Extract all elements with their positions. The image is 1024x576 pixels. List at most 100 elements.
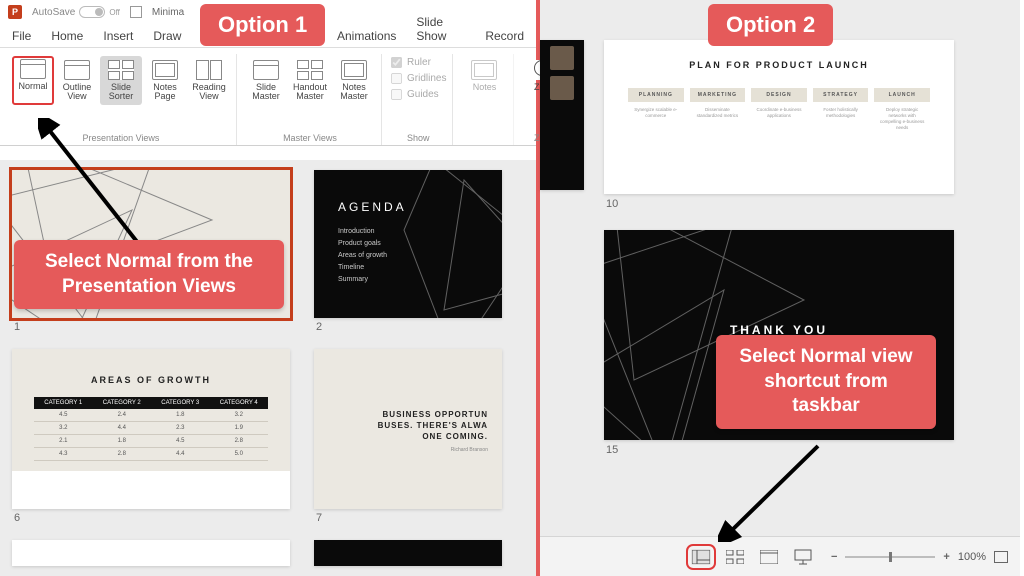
view-shortcuts: [691, 549, 813, 565]
geometric-lines-dark-icon: [314, 170, 502, 318]
slide-sorter-icon: [107, 59, 135, 81]
gridlines-checkbox[interactable]: Gridlines: [390, 72, 446, 85]
plan-head: LAUNCH: [874, 88, 930, 102]
slide-thumb-6[interactable]: AREAS OF GROWTH CATEGORY 1 CATEGORY 2 CA…: [12, 349, 290, 509]
handout-master-button[interactable]: Handout Master: [289, 56, 331, 105]
group-notes: Notes: [455, 54, 514, 145]
avatar-icon: [550, 76, 574, 100]
plan-head: PLANNING: [628, 88, 684, 102]
reading-view-shortcut[interactable]: [759, 549, 779, 565]
handout-master-label: Handout Master: [293, 83, 327, 102]
slide-sorter-label: Slide Sorter: [109, 83, 134, 102]
reading-view-icon: [195, 59, 223, 81]
plan-body: Deploy strategic networks with compellin…: [874, 102, 930, 135]
notes-page-icon: [151, 59, 179, 81]
plan-head: STRATEGY: [813, 88, 869, 102]
slide-master-label: Slide Master: [252, 83, 280, 102]
slide-number-1: 1: [14, 321, 288, 333]
powerpoint-app-icon: P: [8, 5, 22, 19]
normal-view-label: Normal: [18, 82, 47, 91]
ruler-checkbox[interactable]: Ruler: [390, 56, 446, 69]
notes-page-button[interactable]: Notes Page: [144, 56, 186, 105]
slide7-headline: BUSINESS OPPORTUN BUSES. THERE'S ALWA ON…: [362, 409, 488, 443]
tab-file[interactable]: File: [12, 29, 31, 47]
arrow-to-normal: [38, 118, 158, 248]
autosave-state: Off: [109, 8, 120, 17]
slide-sorter-button[interactable]: Slide Sorter: [100, 56, 142, 105]
toggle-track-icon: [79, 6, 105, 18]
handout-master-icon: [296, 59, 324, 81]
th: CATEGORY 3: [151, 397, 210, 409]
notes-button[interactable]: Notes: [461, 56, 507, 95]
outline-view-icon: [63, 59, 91, 81]
reading-view-label: Reading View: [192, 83, 226, 102]
th: CATEGORY 2: [93, 397, 152, 409]
table-row: 4.52.41.83.2: [34, 409, 268, 422]
autosave-toggle[interactable]: AutoSave Off: [32, 6, 120, 18]
option-1-pane: Option 1 P AutoSave Off Minima File Home…: [0, 0, 540, 576]
plan-head: MARKETING: [690, 88, 746, 102]
zoom-slider[interactable]: [845, 556, 935, 558]
slide-master-button[interactable]: Slide Master: [245, 56, 287, 105]
slide-thumb-7[interactable]: BUSINESS OPPORTUN BUSES. THERE'S ALWA ON…: [314, 349, 502, 509]
normal-view-button[interactable]: Normal: [12, 56, 54, 105]
slide-thumb-partial-right[interactable]: [314, 540, 502, 566]
group-show: Ruler Gridlines Guides Show: [384, 54, 453, 145]
document-name: Minima: [152, 7, 184, 18]
zoom-out-button[interactable]: −: [831, 551, 837, 563]
plan-head: DESIGN: [751, 88, 807, 102]
option-2-badge: Option 2: [708, 4, 833, 46]
notes-master-button[interactable]: Notes Master: [333, 56, 375, 105]
normal-view-shortcut[interactable]: [691, 549, 711, 565]
table-header-row: CATEGORY 1 CATEGORY 2 CATEGORY 3 CATEGOR…: [34, 397, 268, 409]
guides-label: Guides: [407, 89, 439, 100]
slide-sorter-shortcut-icon: [726, 550, 744, 564]
zoom-percent: 100%: [958, 551, 986, 563]
tab-home[interactable]: Home: [51, 29, 83, 47]
group-master-views-label: Master Views: [245, 133, 375, 143]
tab-record[interactable]: Record: [485, 29, 524, 47]
th: CATEGORY 4: [210, 397, 269, 409]
plan-body: Synergize scalable e-commerce: [628, 102, 684, 124]
plan-columns: PLANNINGSynergize scalable e-commerce MA…: [628, 88, 930, 135]
guides-checkbox[interactable]: Guides: [390, 88, 446, 101]
slide-thumb-partial-left[interactable]: [12, 540, 290, 566]
notes-icon: [470, 59, 498, 81]
slide-thumb-2[interactable]: AGENDA Introduction Product goals Areas …: [314, 170, 502, 318]
tab-insert[interactable]: Insert: [103, 29, 133, 47]
avatar-icon: [550, 46, 574, 70]
outline-view-label: Outline View: [63, 83, 92, 102]
slideshow-shortcut[interactable]: [793, 549, 813, 565]
ruler-label: Ruler: [407, 57, 431, 68]
callout-right: Select Normal view shortcut from taskbar: [716, 335, 936, 429]
zoom-control: − + 100%: [831, 551, 1008, 563]
slide-thumb-10[interactable]: PLAN FOR PRODUCT LAUNCH PLANNINGSynergiz…: [604, 40, 954, 194]
plan-body: Foster holistically methodologies: [813, 102, 869, 124]
plan-body: Coordinate e-business applications: [751, 102, 807, 124]
option-1-badge: Option 1: [200, 4, 325, 46]
slide-number-7: 7: [316, 512, 500, 524]
slide-number-6: 6: [14, 512, 288, 524]
table-row: 3.24.42.31.9: [34, 422, 268, 435]
tab-slide-show[interactable]: Slide Show: [416, 15, 465, 47]
gridlines-label: Gridlines: [407, 73, 446, 84]
th: CATEGORY 1: [34, 397, 93, 409]
slide6-title: AREAS OF GROWTH: [34, 375, 268, 385]
outline-view-button[interactable]: Outline View: [56, 56, 98, 105]
reading-view-button[interactable]: Reading View: [188, 56, 230, 105]
slide10-title: PLAN FOR PRODUCT LAUNCH: [628, 60, 930, 70]
tab-animations[interactable]: Animations: [337, 29, 396, 47]
notes-master-icon: [340, 59, 368, 81]
zoom-in-button[interactable]: +: [943, 551, 949, 563]
option-2-pane: Option 2 5 PLAN FOR PRODUCT LAUNCH PLANN…: [540, 0, 1020, 576]
fit-to-window-button[interactable]: [994, 551, 1008, 563]
slide-sorter-shortcut[interactable]: [725, 549, 745, 565]
notes-master-label: Notes Master: [340, 83, 368, 102]
reading-view-shortcut-icon: [760, 550, 778, 564]
notes-page-label: Notes Page: [153, 83, 177, 102]
arrow-to-normal-shortcut: [718, 442, 838, 542]
slide-master-icon: [252, 59, 280, 81]
slide-thumb-fragment-9[interactable]: [540, 40, 584, 190]
normal-view-icon: [19, 58, 47, 80]
tab-draw[interactable]: Draw: [153, 29, 181, 47]
